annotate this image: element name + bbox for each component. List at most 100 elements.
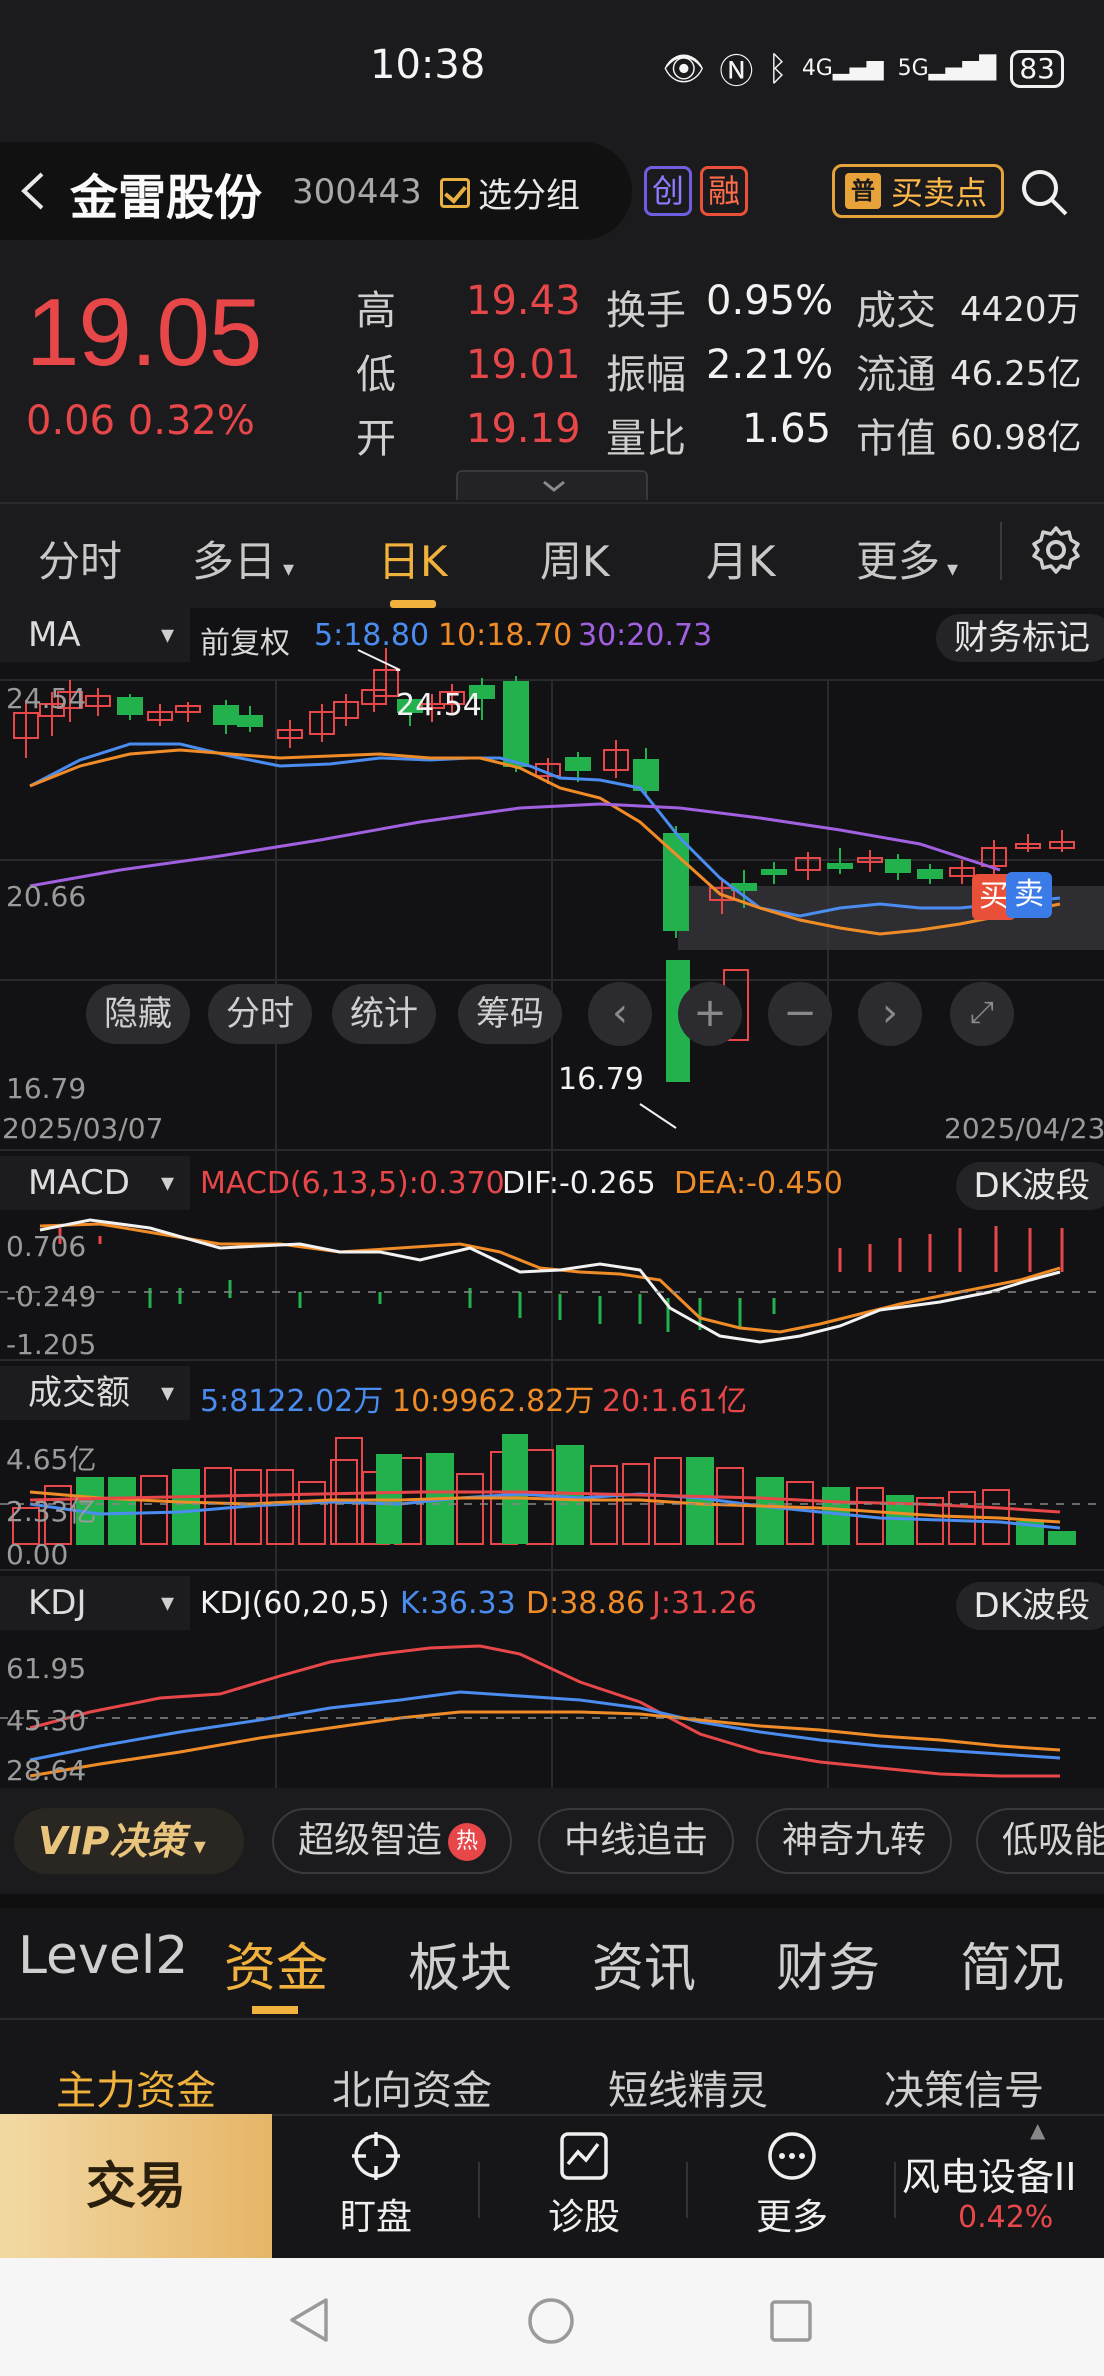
strategy-low-buy[interactable]: 低吸能 — [976, 1808, 1104, 1874]
strategy-super-manufacturing[interactable]: 超级智造热 — [272, 1808, 513, 1874]
tab-daily-k[interactable]: 日K — [378, 528, 448, 589]
tab-funds[interactable]: 资金 — [224, 1926, 328, 2001]
amplitude-label: 振幅 — [606, 352, 686, 398]
vip-decision-button[interactable]: VIP决策 ▾ — [14, 1808, 244, 1874]
sector-name[interactable]: 风电设备II — [902, 2146, 1076, 2201]
kdj-params: KDJ(60,20,5) — [200, 1586, 390, 1621]
tab-weekly-k[interactable]: 周K — [540, 528, 610, 589]
kdj-y2: 45.30 — [6, 1704, 87, 1737]
expand-quote-handle[interactable] — [456, 470, 648, 500]
nav-recents-icon[interactable] — [768, 2298, 814, 2344]
volume-bar — [502, 1434, 528, 1544]
subtab-decision-signal[interactable]: 决策信号 — [884, 2058, 1044, 2116]
scroll-left-icon[interactable]: ‹ — [588, 982, 652, 1046]
hot-badge: 热 — [448, 1823, 487, 1861]
kdj-d-line — [29, 1710, 1061, 1778]
crosshair-icon — [352, 2132, 400, 2180]
buysell-point-button[interactable]: 普 买卖点 — [832, 164, 1005, 218]
gear-icon[interactable] — [1030, 524, 1082, 576]
trade-button[interactable]: 交易 — [0, 2114, 272, 2258]
active-tab-indicator — [390, 600, 436, 608]
diagnose-button[interactable]: 诊股 — [514, 2130, 654, 2240]
zoom-out-icon[interactable]: − — [768, 982, 832, 1046]
nav-home-icon[interactable] — [526, 2296, 576, 2346]
macd-indicator-select[interactable]: MACD — [0, 1156, 190, 1210]
high-label: 高 — [356, 288, 396, 334]
nfc-icon: Ⓝ — [719, 52, 754, 92]
divider — [894, 2162, 896, 2218]
back-icon[interactable] — [14, 168, 50, 214]
signal-4g-icon: 4G▂▄▆ — [801, 56, 884, 81]
float-cap-label: 流通 — [856, 352, 936, 398]
tab-more[interactable]: 更多 ▾ — [856, 528, 958, 589]
strategy-midline-chase[interactable]: 中线追击 — [538, 1808, 735, 1874]
hide-button[interactable]: 隐藏 — [86, 984, 190, 1044]
volume-indicator-select[interactable]: 成交额 — [0, 1366, 190, 1420]
tab-profile[interactable]: 简况 — [960, 1926, 1064, 2001]
candlestick — [633, 759, 659, 791]
chips-button[interactable]: 筹码 — [458, 984, 562, 1044]
min-pointer — [639, 1103, 677, 1129]
macd-indicator-row: MACD MACD(6,13,5):0.370 DIF:-0.265 DEA:-… — [0, 1156, 1104, 1212]
statistics-button[interactable]: 统计 — [332, 984, 436, 1044]
strategy-magic-nine[interactable]: 神奇九转 — [756, 1808, 953, 1874]
volume-bar — [456, 1473, 484, 1545]
subtab-short-term-genie[interactable]: 短线精灵 — [608, 2058, 768, 2116]
kdj-dk-band-button[interactable]: DK波段 — [955, 1582, 1104, 1630]
kline-chart-area[interactable]: MA 前复权 5:18.80 10:18.70 30:20.73 财务标记 — [0, 608, 1104, 1788]
select-group-button[interactable]: 选分组 — [440, 168, 580, 217]
tab-level2[interactable]: Level2 — [18, 1926, 188, 1986]
subtab-northbound[interactable]: 北向资金 — [332, 2058, 492, 2116]
battery-icon: 83 — [1010, 49, 1064, 88]
bluetooth-icon: ᛒ — [767, 48, 788, 89]
volume-bar — [108, 1477, 136, 1545]
zoom-in-icon[interactable]: + — [678, 982, 742, 1046]
volume-bar — [1048, 1531, 1076, 1545]
intraday-button[interactable]: 分时 — [208, 984, 312, 1044]
kdj-y3: 28.64 — [6, 1754, 87, 1787]
tab-intraday[interactable]: 分时 — [38, 528, 122, 589]
volume-bar — [590, 1465, 618, 1545]
volume-bar — [204, 1467, 232, 1545]
search-icon[interactable] — [1018, 166, 1070, 218]
tab-financials[interactable]: 财务 — [776, 1926, 880, 2001]
scroll-right-icon[interactable]: › — [858, 982, 922, 1046]
candlestick — [565, 757, 591, 771]
tab-news[interactable]: 资讯 — [592, 1926, 696, 2001]
ma30-line — [29, 802, 1001, 888]
diagnose-label: 诊股 — [547, 2197, 620, 2238]
tab-multi-day[interactable]: 多日 ▾ — [192, 528, 294, 589]
tab-monthly-k[interactable]: 月K — [706, 528, 776, 589]
watch-label: 盯盘 — [339, 2197, 412, 2238]
nav-back-icon[interactable] — [286, 2296, 334, 2344]
candlestick — [885, 859, 911, 873]
max-pointer — [357, 649, 401, 671]
dk-band-button[interactable]: DK波段 — [955, 1162, 1104, 1210]
caret-up-icon: ▲ — [1030, 2118, 1046, 2142]
sell-marker[interactable]: 卖 — [1006, 872, 1052, 918]
dea-value: DEA:-0.450 — [674, 1166, 843, 1201]
signal-5g-icon: 5G▂▄▆█ — [897, 56, 997, 81]
last-price: 19.05 — [26, 279, 262, 386]
volume-ratio-value: 1.65 — [742, 406, 832, 452]
kdj-indicator-select[interactable]: KDJ — [0, 1576, 190, 1630]
volume-bar — [756, 1477, 784, 1545]
open-label: 开 — [356, 416, 396, 462]
kdj-j-value: J:31.26 — [652, 1586, 757, 1621]
divider — [478, 2162, 480, 2218]
fullscreen-icon[interactable]: ⤢ — [950, 982, 1014, 1046]
system-nav-bar — [0, 2258, 1104, 2376]
dif-value: DIF:-0.265 — [502, 1166, 656, 1201]
watch-button[interactable]: 盯盘 — [306, 2130, 446, 2240]
kdj-indicator-row: KDJ KDJ(60,20,5) K:36.33 D:38.86 J:31.26… — [0, 1576, 1104, 1632]
tab-sector[interactable]: 板块 — [408, 1926, 512, 2001]
candlestick — [761, 869, 787, 875]
vol-y2: 2.33亿 — [6, 1495, 97, 1528]
max-price-label: 24.54 — [396, 688, 482, 723]
subtab-main-funds[interactable]: 主力资金 — [56, 2058, 216, 2116]
volume-bar — [335, 1437, 363, 1545]
candlestick — [917, 869, 943, 879]
volume-bar — [556, 1445, 584, 1545]
more-button[interactable]: 更多 — [722, 2130, 862, 2240]
min-price-label: 16.79 — [558, 1062, 644, 1097]
